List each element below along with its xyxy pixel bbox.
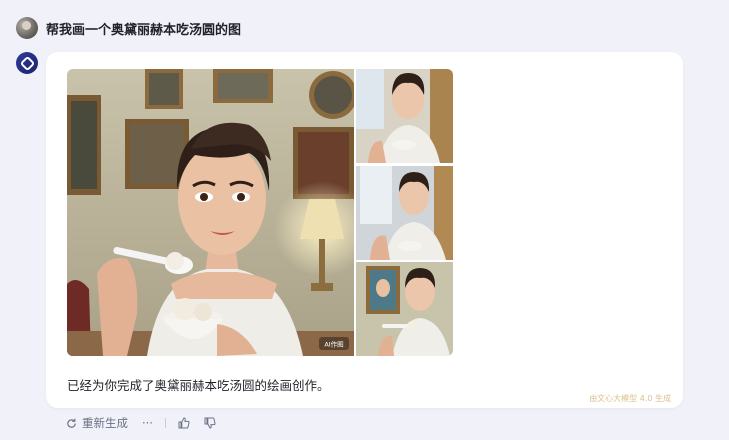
bot-logo-icon [19,55,35,71]
thumb-2-illustration [356,165,453,260]
generated-image-main[interactable]: AI作图 [67,69,354,356]
ai-watermark: 由文心大模型 4.0 生成 [589,394,671,403]
assistant-message-bubble: AI作图 已经为你完成了奥黛丽赫本吃汤圆的绘画创作。 由文心大模型 4.0 生成 [46,52,683,408]
dislike-button[interactable] [204,417,216,429]
assistant-reply: 已经为你完成了奥黛丽赫本吃汤圆的绘画创作。 [67,378,330,393]
refresh-icon [67,418,76,428]
generated-image-gallery: AI作图 [67,69,453,356]
user-message-row: 帮我画一个奥黛丽赫本吃汤圆的图 [16,16,241,40]
portrait-illustration: AI作图 [67,69,354,356]
like-button[interactable] [178,417,190,429]
generated-image-thumb-1[interactable] [356,69,453,163]
more-icon: ··· [142,416,153,430]
user-message: 帮我画一个奥黛丽赫本吃汤圆的图 [46,22,242,38]
more-button[interactable]: ··· [142,416,153,430]
user-avatar [16,17,38,39]
thumbs-down-icon [204,417,216,429]
message-action-bar: 重新生成 ··· [66,414,216,432]
thumb-3-illustration [356,262,453,356]
bot-avatar [16,52,38,74]
action-divider [164,418,166,428]
regenerate-label: 重新生成 [82,416,128,430]
regenerate-button[interactable]: 重新生成 [66,415,128,431]
thumbnail-column [356,69,453,356]
thumbs-up-icon [178,417,190,429]
generated-image-thumb-3[interactable] [356,262,453,356]
ai-badge: AI作图 [324,340,343,349]
thumb-1-illustration [356,69,453,163]
generated-image-thumb-2[interactable] [356,165,453,260]
